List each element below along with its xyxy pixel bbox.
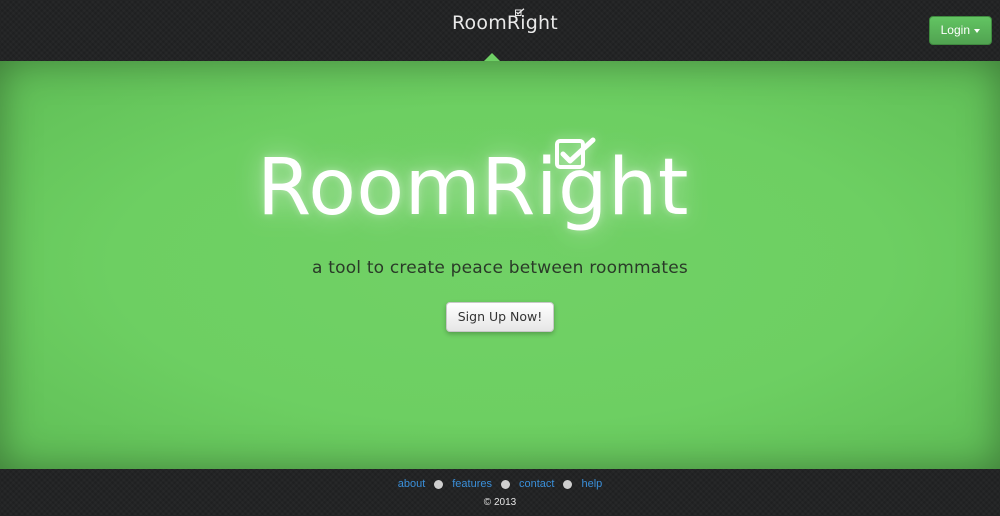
dot-separator bbox=[501, 479, 510, 489]
nav-logo[interactable]: RoomRight bbox=[452, 8, 558, 34]
hero-logo: RoomRight bbox=[257, 143, 690, 233]
footer-link-help[interactable]: help bbox=[581, 478, 602, 490]
page: RoomRight Login RoomRight a tool to crea… bbox=[0, 0, 1000, 516]
copyright: © 2013 bbox=[483, 497, 517, 508]
login-button[interactable]: Login bbox=[928, 16, 992, 45]
caret-down-icon bbox=[974, 28, 980, 33]
login-button-label: Login bbox=[940, 23, 970, 37]
nav-logo-text: RoomRight bbox=[452, 12, 558, 34]
signup-button[interactable]: Sign Up Now! bbox=[446, 302, 554, 332]
footer-link-features[interactable]: features bbox=[452, 478, 492, 490]
footer-link-about[interactable]: about bbox=[398, 478, 426, 490]
checkbox-check-icon bbox=[555, 137, 596, 169]
tagline: a tool to create peace between roommates bbox=[312, 258, 688, 278]
footer-nav: about features contact help bbox=[0, 478, 1000, 490]
top-navbar: RoomRight Login bbox=[0, 0, 1000, 62]
dot-separator bbox=[434, 479, 444, 489]
hero-section: RoomRight a tool to create peace between… bbox=[0, 61, 1000, 469]
dot-separator bbox=[563, 479, 573, 489]
logo-checkbox-icon bbox=[515, 8, 525, 16]
footer-link-contact[interactable]: contact bbox=[519, 478, 554, 490]
